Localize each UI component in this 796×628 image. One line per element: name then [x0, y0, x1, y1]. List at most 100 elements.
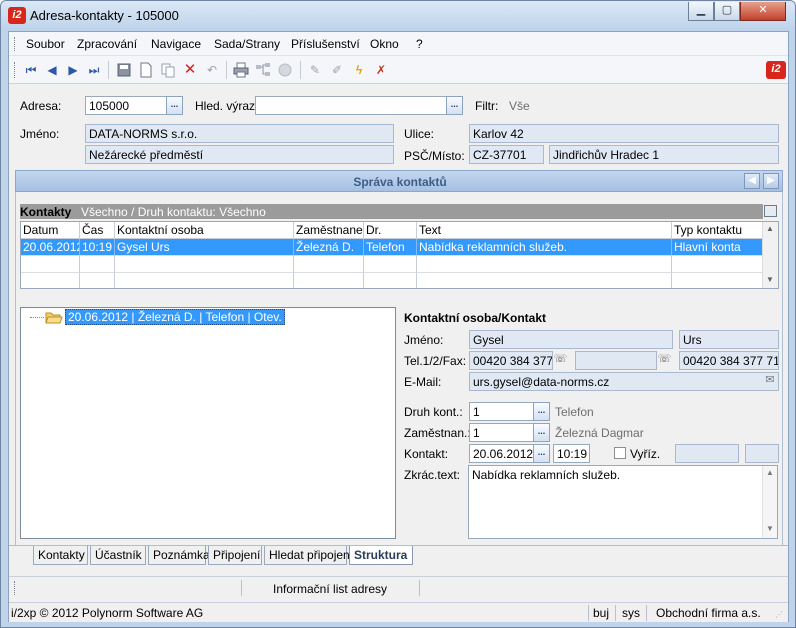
- section-prev-button[interactable]: ◀: [744, 173, 760, 189]
- client-area: Soubor Zpracování Navigace Sada/Strany P…: [8, 31, 789, 622]
- filtr-value[interactable]: Vše: [509, 99, 530, 113]
- col-cas[interactable]: Čas: [80, 222, 115, 239]
- kontakt-date-picker-button[interactable]: ...: [533, 444, 550, 463]
- cell-druh: Telefon: [364, 239, 417, 256]
- hled-vyraz-lookup-button[interactable]: ...: [446, 96, 463, 115]
- toolbar-separator: [226, 61, 227, 79]
- minimize-button[interactable]: ▁: [688, 2, 714, 21]
- resize-grip-icon[interactable]: ⋰: [775, 610, 785, 620]
- disabled-icon[interactable]: [277, 62, 293, 78]
- menu-okno[interactable]: Okno: [370, 37, 399, 51]
- toolbar-separator: [108, 61, 109, 79]
- grid-settings-icon[interactable]: [764, 205, 777, 217]
- adresa-input[interactable]: 105000: [85, 96, 167, 115]
- tab-struktura[interactable]: Struktura: [349, 546, 413, 565]
- save-icon[interactable]: [116, 62, 132, 78]
- scroll-up-icon[interactable]: ▲: [766, 224, 774, 233]
- maximize-button[interactable]: ▢: [714, 2, 740, 21]
- phone-dial-icon[interactable]: ☏: [553, 352, 568, 369]
- col-text[interactable]: Text: [417, 222, 672, 239]
- previous-record-icon[interactable]: ◀: [44, 62, 60, 78]
- tab-ucastnik[interactable]: Účastník: [90, 546, 146, 565]
- tab-pripojeni[interactable]: Připojení: [208, 546, 262, 565]
- tab-strip: Kontakty Účastník Poznámka Připojení Hle…: [9, 545, 788, 565]
- app-logo-icon: i2: [766, 61, 786, 79]
- cell-datum: 20.06.2012: [21, 239, 80, 256]
- zamestnan-lookup-button[interactable]: ...: [533, 423, 550, 442]
- info-list-button[interactable]: Informační list adresy: [273, 582, 387, 596]
- email-send-icon[interactable]: ✉: [762, 373, 778, 390]
- print-icon[interactable]: [233, 62, 249, 78]
- structure-icon[interactable]: [255, 62, 271, 78]
- adresa-label: Adresa:: [20, 99, 62, 113]
- adresa-lookup-button[interactable]: ...: [166, 96, 183, 115]
- close-button[interactable]: ✕: [740, 2, 786, 21]
- toolbar-separator: [300, 61, 301, 79]
- window-title: Adresa-kontakty - 105000: [30, 8, 179, 23]
- first-record-icon[interactable]: ⏮: [23, 62, 39, 78]
- edit-pen-icon[interactable]: ✎: [307, 62, 323, 78]
- scroll-up-icon[interactable]: ▲: [766, 468, 774, 477]
- last-name-field: Gysel: [469, 330, 673, 349]
- ulice-field: Karlov 42: [469, 124, 779, 143]
- new-document-icon[interactable]: [138, 62, 154, 78]
- col-datum[interactable]: Datum: [21, 222, 80, 239]
- grid-scrollbar[interactable]: ▲ ▼: [762, 222, 778, 288]
- pen-icon[interactable]: ✐: [329, 62, 345, 78]
- tab-poznamka[interactable]: Poznámka: [148, 546, 210, 565]
- section-header: Správa kontaktů ◀ ▶: [15, 170, 783, 192]
- menu-sada-strany[interactable]: Sada/Strany: [214, 37, 280, 51]
- contacts-grid[interactable]: Datum Čas Kontaktní osoba Zaměstnanec Dr…: [20, 221, 779, 289]
- status-system: sys: [622, 606, 640, 620]
- tab-hledat-pripojeni[interactable]: Hledat připojení: [264, 546, 353, 565]
- psc-misto-label: PSČ/Místo:: [404, 149, 465, 163]
- scroll-down-icon[interactable]: ▼: [766, 275, 774, 284]
- structure-tree[interactable]: 20.06.2012 | Železná D. | Telefon | Otev…: [20, 307, 396, 539]
- contacts-filter-text: Všechno / Druh kontaktu: Všechno: [81, 205, 266, 219]
- next-record-icon[interactable]: ▶: [65, 62, 81, 78]
- title-bar[interactable]: i2 Adresa-kontakty - 105000 ▁ ▢ ✕: [1, 1, 795, 31]
- kontakt-date-input[interactable]: 20.06.2012: [469, 444, 534, 463]
- menu-bar: Soubor Zpracování Navigace Sada/Strany P…: [9, 32, 788, 56]
- status-bar: i/2xp © 2012 Polynorm Software AG buj sy…: [9, 602, 788, 622]
- status-copyright: i/2xp © 2012 Polynorm Software AG: [11, 606, 204, 620]
- phone-dial-icon[interactable]: ☏: [657, 352, 672, 369]
- tree-node[interactable]: 20.06.2012 | Železná D. | Telefon | Otev…: [65, 309, 285, 325]
- infobar-grip[interactable]: [14, 581, 16, 595]
- col-kontaktni-osoba[interactable]: Kontaktní osoba: [115, 222, 294, 239]
- copy-icon[interactable]: [160, 62, 176, 78]
- toolbar-grip[interactable]: [14, 62, 16, 78]
- menu-help[interactable]: ?: [416, 37, 423, 51]
- scroll-down-icon[interactable]: ▼: [766, 524, 774, 533]
- menu-zpracovani[interactable]: Zpracování: [77, 37, 137, 51]
- jmeno2-field: Nežárecké předměstí: [85, 145, 394, 164]
- tel-label: Tel.1/2/Fax:: [404, 354, 467, 368]
- col-zamestnanec[interactable]: Zaměstnanec: [294, 222, 364, 239]
- cell-zamestnanec: Železná D.: [294, 239, 364, 256]
- first-name-field: Urs: [679, 330, 779, 349]
- notes-scrollbar[interactable]: ▲ ▼: [762, 466, 777, 538]
- vyriz-date-field: [675, 444, 739, 463]
- section-next-button[interactable]: ▶: [763, 173, 779, 189]
- menu-grip[interactable]: [14, 37, 16, 51]
- druh-input[interactable]: 1: [469, 402, 534, 421]
- cell-kontaktni-osoba: Gysel Urs: [115, 239, 294, 256]
- col-druh[interactable]: Dr.: [364, 222, 417, 239]
- tab-kontakty[interactable]: Kontakty: [33, 546, 88, 565]
- clear-filter-icon[interactable]: ✗: [373, 62, 389, 78]
- menu-navigace[interactable]: Navigace: [151, 37, 201, 51]
- druh-lookup-button[interactable]: ...: [533, 402, 550, 421]
- zkrac-text-area[interactable]: Nabídka reklamních služeb. ▲ ▼: [468, 465, 778, 539]
- hled-vyraz-input[interactable]: [255, 96, 447, 115]
- undo-icon[interactable]: ↶: [204, 62, 220, 78]
- kontakt-time-input[interactable]: 10:19: [553, 444, 590, 463]
- col-typ-kontaktu[interactable]: Typ kontaktu: [672, 222, 764, 239]
- vyriz-checkbox[interactable]: [614, 447, 626, 459]
- psc-field: CZ-37701: [469, 145, 544, 164]
- menu-soubor[interactable]: Soubor: [26, 37, 65, 51]
- lightning-filter-icon[interactable]: ϟ: [351, 62, 367, 78]
- last-record-icon[interactable]: ⏭: [86, 62, 102, 78]
- menu-prislusenstvi[interactable]: Příslušenství: [291, 37, 360, 51]
- zamestnan-input[interactable]: 1: [469, 423, 534, 442]
- delete-icon[interactable]: ✕: [182, 62, 198, 78]
